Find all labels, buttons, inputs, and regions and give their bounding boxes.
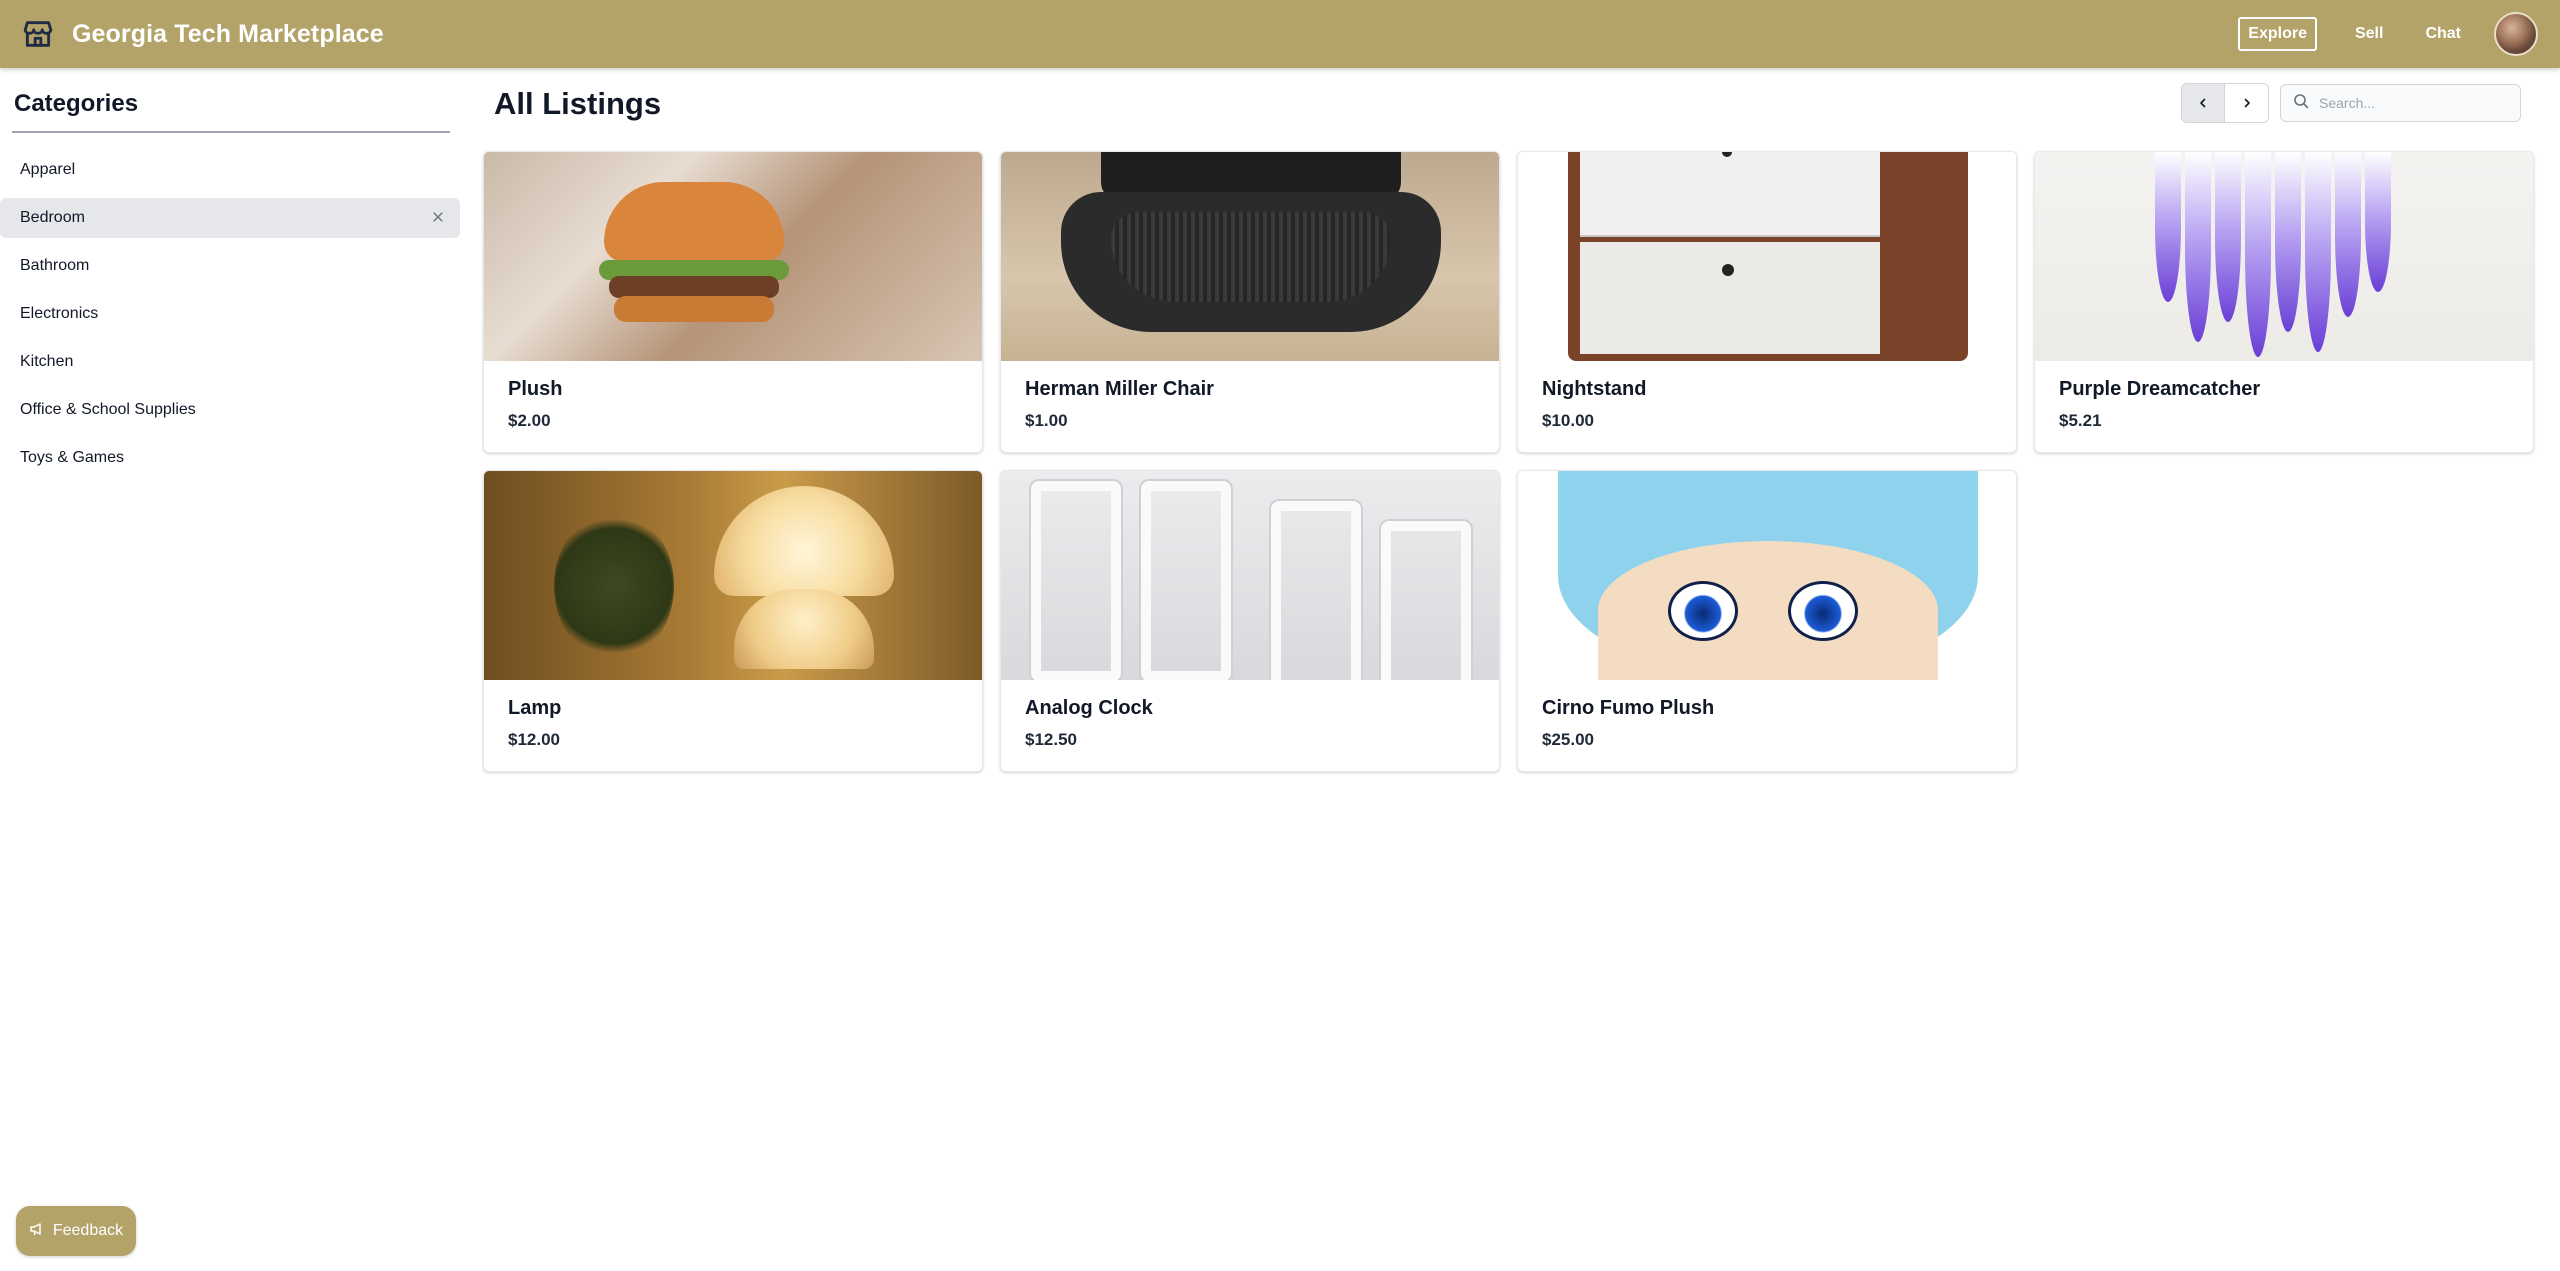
- listing-name: Lamp: [508, 697, 562, 719]
- listing-name: Purple Dreamcatcher: [2059, 378, 2261, 400]
- pagination-controls: [2181, 83, 2269, 123]
- listing-image: [484, 152, 982, 361]
- category-label: Kitchen: [20, 353, 74, 370]
- feedback-button[interactable]: Feedback: [16, 1206, 136, 1256]
- next-page-button[interactable]: [2225, 84, 2268, 122]
- listings-grid: Plush $2.00 Herman Miller Chair $1.00 Ni…: [483, 151, 2534, 772]
- listing-name: Analog Clock: [1025, 697, 1153, 719]
- listing-card-cirno-fumo-plush[interactable]: Cirno Fumo Plush $25.00: [1517, 470, 2017, 772]
- listing-price: $1.00: [1025, 411, 1068, 430]
- category-label: Apparel: [20, 161, 76, 178]
- explore-button[interactable]: Explore: [2238, 17, 2317, 51]
- category-label: Office & School Supplies: [20, 401, 196, 418]
- search-input[interactable]: [2319, 95, 2509, 111]
- listing-price: $12.50: [1025, 730, 1077, 749]
- listing-card-purple-dreamcatcher[interactable]: Purple Dreamcatcher $5.21: [2034, 151, 2534, 453]
- categories-sidebar: Categories Apparel Bedroom Bathroom Elec…: [0, 68, 470, 1271]
- listing-name: Plush: [508, 378, 563, 400]
- listing-image: [484, 471, 982, 680]
- listing-image: [1001, 471, 1499, 680]
- listing-price: $5.21: [2059, 411, 2102, 430]
- category-item-apparel[interactable]: Apparel: [0, 150, 460, 190]
- user-avatar[interactable]: [2494, 12, 2538, 56]
- app-title: Georgia Tech Marketplace: [72, 19, 384, 48]
- storefront-icon: [20, 16, 56, 52]
- listing-name: Nightstand: [1542, 378, 1647, 400]
- previous-page-button[interactable]: [2182, 84, 2226, 122]
- brand[interactable]: Georgia Tech Marketplace: [20, 16, 384, 52]
- search-box: [2280, 84, 2521, 122]
- category-item-office-school-supplies[interactable]: Office & School Supplies: [0, 390, 460, 430]
- chevron-left-icon: [2200, 98, 2206, 108]
- category-item-electronics[interactable]: Electronics: [0, 294, 460, 334]
- category-item-bathroom[interactable]: Bathroom: [0, 246, 460, 286]
- listing-image: [1518, 471, 2016, 680]
- listing-image: [2035, 152, 2533, 361]
- category-label: Toys & Games: [20, 449, 125, 466]
- categories-divider: [12, 131, 450, 133]
- listing-price: $10.00: [1542, 411, 1594, 430]
- close-icon[interactable]: [430, 209, 446, 225]
- category-label: Electronics: [20, 305, 99, 322]
- nav-links: Explore Sell Chat: [2238, 12, 2538, 56]
- category-item-bedroom[interactable]: Bedroom: [0, 198, 460, 238]
- feedback-label: Feedback: [52, 1222, 124, 1239]
- category-item-toys-games[interactable]: Toys & Games: [0, 438, 460, 478]
- top-navbar: Georgia Tech Marketplace Explore Sell Ch…: [0, 0, 2560, 68]
- listing-name: Herman Miller Chair: [1025, 378, 1214, 400]
- listing-price: $2.00: [508, 411, 551, 430]
- sell-link[interactable]: Sell: [2355, 25, 2383, 43]
- chat-link[interactable]: Chat: [2425, 25, 2461, 43]
- listing-card-lamp[interactable]: Lamp $12.00: [483, 470, 983, 772]
- category-label: Bedroom: [20, 209, 85, 226]
- categories-heading: Categories: [14, 90, 139, 117]
- chevron-right-icon: [2244, 98, 2250, 108]
- listing-card-analog-clock[interactable]: Analog Clock $12.50: [1000, 470, 1500, 772]
- category-item-kitchen[interactable]: Kitchen: [0, 342, 460, 382]
- listing-image: [1001, 152, 1499, 361]
- category-list: Apparel Bedroom Bathroom Electronics Kit…: [0, 150, 460, 486]
- listing-card-plush[interactable]: Plush $2.00: [483, 151, 983, 453]
- megaphone-icon: [29, 1221, 45, 1242]
- listing-card-herman-miller-chair[interactable]: Herman Miller Chair $1.00: [1000, 151, 1500, 453]
- page-title: All Listings: [494, 86, 662, 121]
- search-icon: [2293, 93, 2309, 114]
- listing-price: $25.00: [1542, 730, 1594, 749]
- listing-name: Cirno Fumo Plush: [1542, 697, 1715, 719]
- category-label: Bathroom: [20, 257, 90, 274]
- listing-card-nightstand[interactable]: Nightstand $10.00: [1517, 151, 2017, 453]
- listing-image: [1518, 152, 2016, 361]
- listing-price: $12.00: [508, 730, 560, 749]
